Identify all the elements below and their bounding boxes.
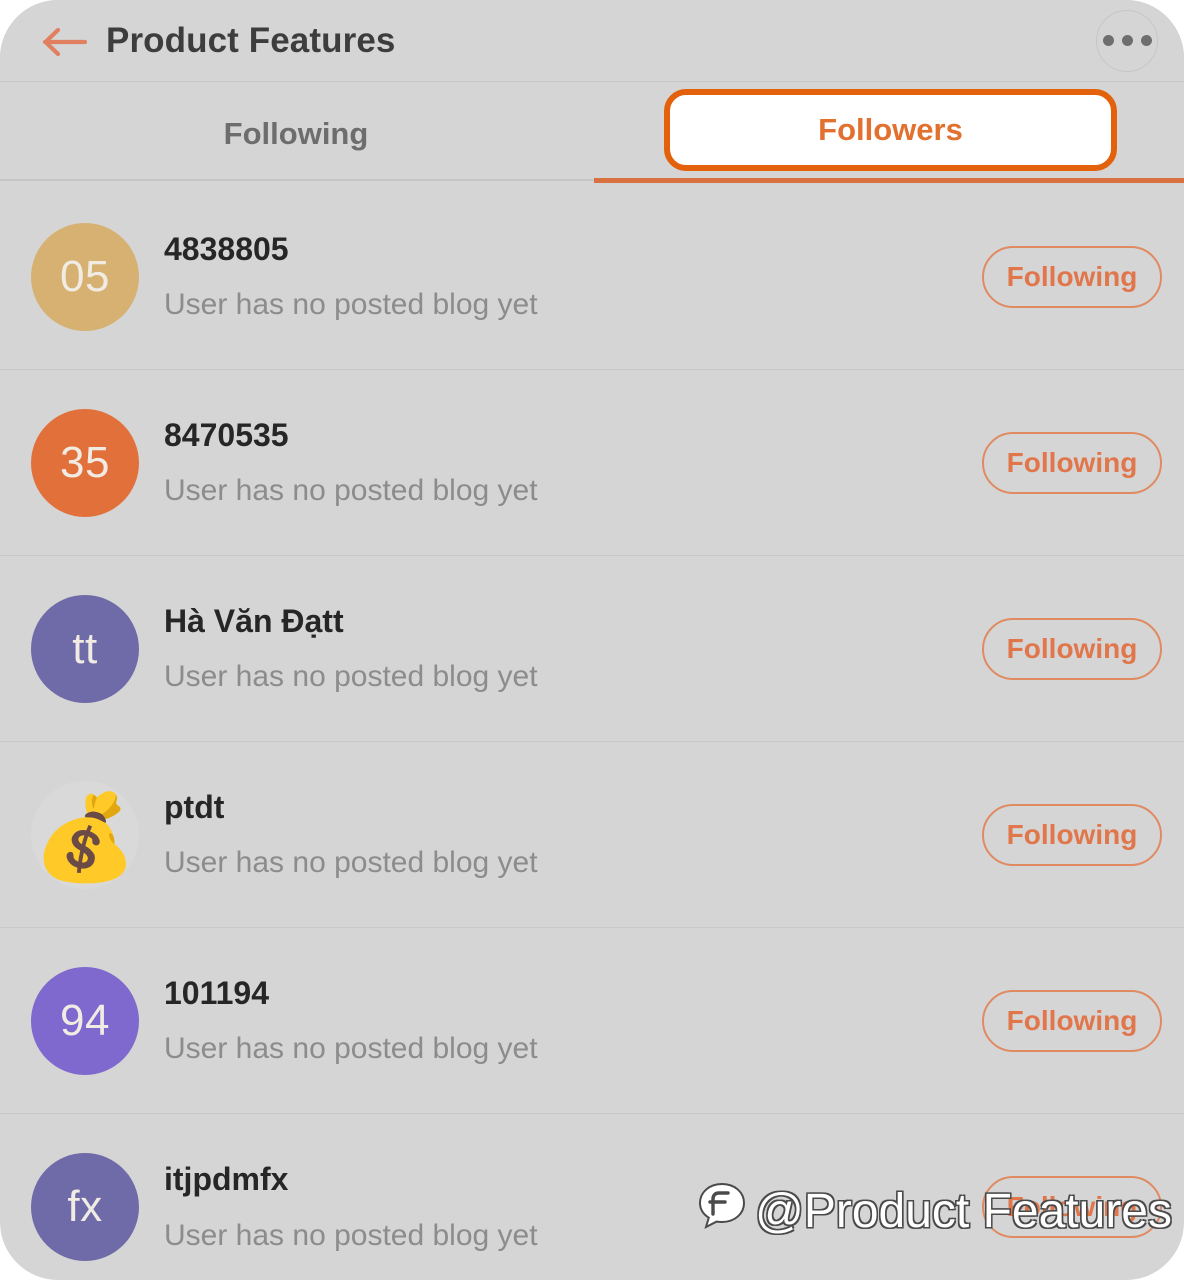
avatar: tt [31,594,139,703]
following-button[interactable]: Following [982,617,1162,680]
arrow-left-icon [42,25,88,59]
ellipsis-icon-dot-1 [1102,35,1114,46]
row-meta: 8470535 User has no posted blog yet [164,416,982,508]
page-title: Product Features [106,20,396,60]
followers-list: 05 4838805 User has no posted blog yet F… [0,184,1184,1280]
user-name: ptdt [164,788,225,825]
user-name: itjpdmfx [164,1161,289,1198]
user-name: 8470535 [164,416,289,453]
following-button[interactable]: Following [982,803,1162,866]
row-meta: Hà Văn Đạtt User has no posted blog yet [164,602,982,694]
avatar-initials: 35 [60,437,110,487]
user-subtitle: User has no posted blog yet [164,1032,538,1066]
back-button[interactable] [36,13,94,71]
table-row[interactable]: fx itjpdmfx User has no posted blog yet … [0,1114,1184,1280]
user-name: 4838805 [164,230,289,267]
user-subtitle: User has no posted blog yet [164,1218,538,1252]
ellipsis-icon-dot-2 [1121,35,1133,46]
row-meta: ptdt User has no posted blog yet [164,788,982,880]
tab-following[interactable]: Following [0,82,592,185]
avatar: 94 [31,966,139,1075]
following-button[interactable]: Following [982,431,1162,494]
user-name: Hà Văn Đạtt [164,602,344,639]
table-row[interactable]: 💰 ptdt User has no posted blog yet Follo… [0,742,1184,928]
avatar: 35 [31,408,139,517]
money-bag-icon: 💰 [32,789,138,884]
avatar: fx [31,1153,139,1261]
app-header: Product Features [0,0,1184,81]
user-name: 101194 [164,974,270,1011]
row-meta: 101194 User has no posted blog yet [164,974,982,1066]
row-meta: itjpdmfx User has no posted blog yet [164,1161,982,1252]
app-screen: Product Features Following Followers 05 … [0,0,1184,1280]
row-meta: 4838805 User has no posted blog yet [164,230,982,322]
avatar-initials: fx [67,1182,103,1231]
tab-followers-label[interactable]: Followers [664,89,1117,171]
avatar-initials: 05 [60,251,110,301]
ellipsis-icon-dot-3 [1140,35,1152,46]
user-subtitle: User has no posted blog yet [164,474,538,508]
avatar: 💰 [31,780,139,889]
following-button[interactable]: Following [982,1176,1162,1238]
avatar-initials: tt [72,623,98,673]
user-subtitle: User has no posted blog yet [164,846,538,880]
following-button[interactable]: Following [982,989,1162,1052]
more-options-button[interactable] [1096,9,1158,72]
table-row[interactable]: 05 4838805 User has no posted blog yet F… [0,184,1184,370]
user-subtitle: User has no posted blog yet [164,660,538,694]
tab-following-label: Following [223,115,369,151]
avatar: 05 [31,222,139,331]
table-row[interactable]: tt Hà Văn Đạtt User has no posted blog y… [0,556,1184,742]
table-row[interactable]: 35 8470535 User has no posted blog yet F… [0,370,1184,556]
following-button[interactable]: Following [982,245,1162,308]
table-row[interactable]: 94 101194 User has no posted blog yet Fo… [0,928,1184,1114]
avatar-initials: 94 [60,995,110,1045]
tab-active-indicator [594,178,1184,183]
user-subtitle: User has no posted blog yet [164,288,538,322]
